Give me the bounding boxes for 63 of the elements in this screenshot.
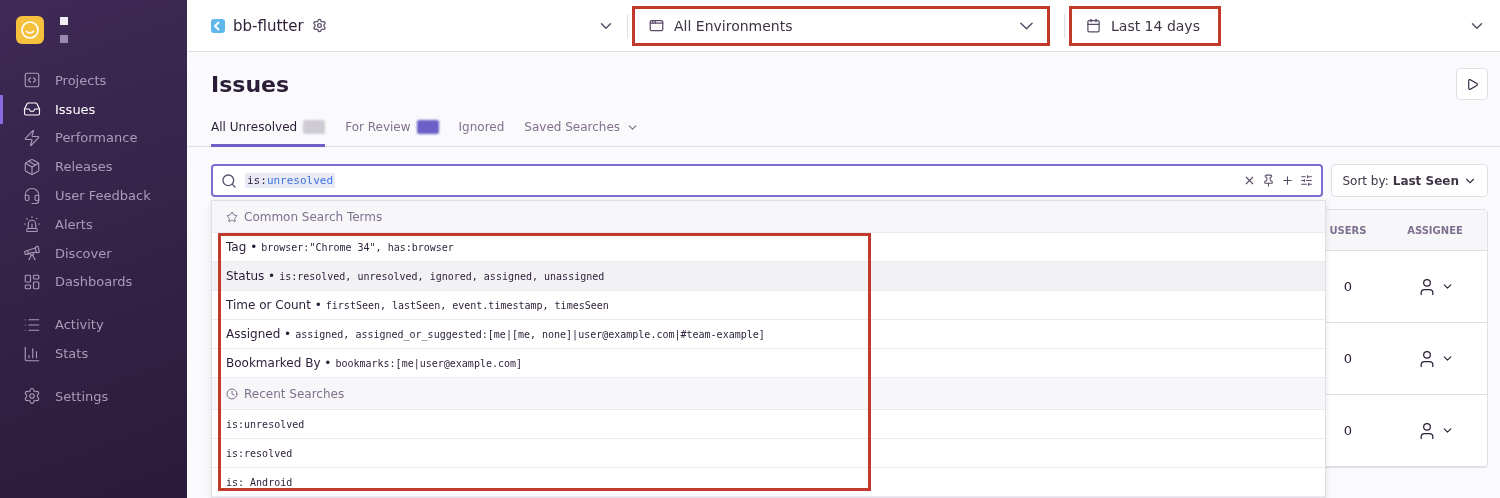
table-cell-text: 0 [1342, 279, 1354, 294]
tab[interactable]: Saved Searches [524, 114, 640, 147]
code-icon [23, 71, 41, 90]
environment-selector[interactable]: All Environments [632, 5, 1050, 46]
date-range-selector[interactable]: Last 14 days [1069, 5, 1221, 46]
telescope-icon [23, 244, 41, 263]
sort-button[interactable]: Sort by: Last Seen [1331, 164, 1488, 197]
table-cell-text: 0 [1342, 351, 1354, 366]
box-icon [23, 157, 41, 176]
search-icon [221, 172, 237, 189]
column-header: USERS [1328, 224, 1368, 236]
search-query: is:unresolved [245, 173, 336, 188]
sidebar-item[interactable]: Alerts [0, 210, 187, 239]
search-field[interactable]: is:unresolved [211, 164, 1324, 197]
suggestion-item[interactable]: is:resolved [212, 439, 1325, 468]
sidebar-item[interactable]: Performance [0, 123, 187, 153]
suggestion-item[interactable]: is:unresolved [212, 410, 1325, 439]
calendar-icon [1086, 18, 1101, 33]
suggestion-item[interactable]: Time or Count • firstSeen, lastSeen, event.timestamp, timesSeen [212, 291, 1325, 320]
siren-icon [23, 215, 41, 234]
redacted-count [416, 120, 439, 134]
sidebar-item[interactable]: User Feedback [0, 181, 187, 210]
suggestion-item[interactable]: Assigned • assigned, assigned_or_suggested:[me|[me, none]|user@example.com|#team-example] [212, 320, 1325, 349]
table-cell-text: 0 [1342, 423, 1354, 438]
play-button[interactable] [1456, 68, 1488, 100]
sidebar-item[interactable]: Settings [0, 381, 187, 411]
settings-icon [23, 387, 41, 406]
project-icon [211, 18, 225, 33]
dashboard-icon [23, 272, 41, 291]
section-title: Common Search Terms [244, 209, 383, 224]
inbox-icon [23, 100, 41, 119]
suggestion-item[interactable]: Bookmarked By • bookmarks:[me|user@example.com] [212, 349, 1325, 378]
redacted-count [303, 120, 326, 134]
section-title: Recent Searches [244, 386, 345, 401]
star-icon [226, 210, 238, 223]
play-icon [1465, 77, 1479, 91]
tab[interactable]: All Unresolved [211, 114, 326, 147]
suggestion-item[interactable]: Tag • browser:"Chrome 34", has:browser [212, 233, 1325, 262]
page-title: Issues [211, 71, 290, 97]
headset-icon [23, 186, 41, 205]
settings-icon[interactable] [311, 18, 327, 33]
sidebar-item[interactable]: Releases [0, 152, 187, 182]
sliders-icon[interactable] [1300, 174, 1314, 187]
column-header: ASSIGNEE [1406, 224, 1464, 236]
pin-icon[interactable] [1262, 174, 1276, 187]
sidebar-item[interactable]: Stats [0, 339, 187, 368]
tab[interactable]: Ignored [458, 114, 505, 147]
window-icon [649, 18, 664, 33]
org-icon [60, 17, 68, 43]
sidebar-item[interactable]: Dashboards [0, 267, 187, 297]
tab[interactable]: For Review [345, 114, 439, 147]
lightning-icon [23, 129, 41, 147]
suggestion-item[interactable]: is: Android [212, 468, 1325, 497]
chevron-down-icon [1020, 21, 1033, 30]
plus-icon[interactable] [1281, 174, 1295, 187]
sidebar-item[interactable]: Activity [0, 310, 187, 340]
logo-icon[interactable] [16, 16, 44, 44]
sidebar-item[interactable]: Discover [0, 238, 187, 268]
project-name: bb-flutter [233, 16, 304, 35]
bar-chart-icon [23, 344, 41, 363]
suggestion-item[interactable]: Status • is:resolved, unresolved, ignored, assigned, unassigned [212, 262, 1325, 291]
clock-icon [226, 387, 238, 400]
sidebar-item[interactable]: Projects [0, 66, 187, 95]
